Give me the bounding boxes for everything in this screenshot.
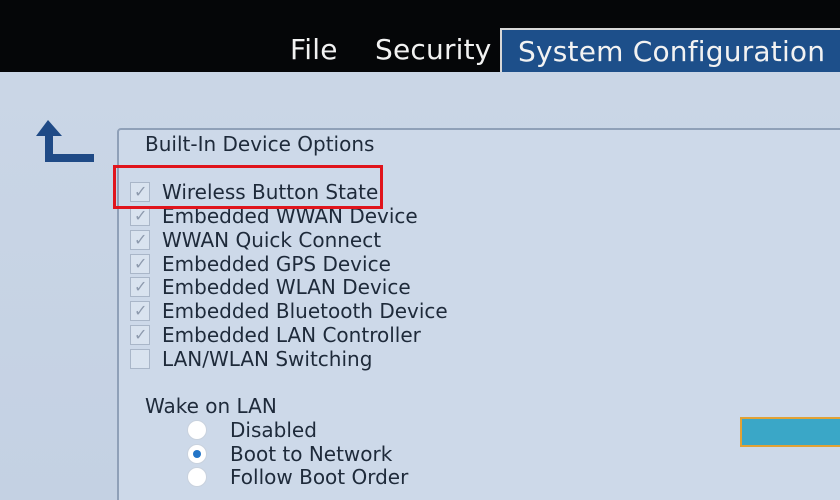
option-embedded-gps-device[interactable]: ✓ Embedded GPS Device — [130, 252, 391, 276]
bios-screen: File Security System Configuration Built… — [0, 0, 840, 500]
radio-button[interactable] — [187, 444, 207, 464]
option-label: Embedded Bluetooth Device — [162, 299, 448, 323]
checkmark-icon: ✓ — [134, 206, 148, 225]
checkmark-icon: ✓ — [134, 325, 148, 344]
option-embedded-bluetooth-device[interactable]: ✓ Embedded Bluetooth Device — [130, 299, 448, 323]
option-label: Embedded WLAN Device — [162, 275, 411, 299]
option-embedded-wlan-device[interactable]: ✓ Embedded WLAN Device — [130, 275, 411, 299]
checkmark-icon: ✓ — [134, 230, 148, 249]
radio-follow-boot-order[interactable]: Follow Boot Order — [187, 465, 409, 489]
tab-system-configuration[interactable]: System Configuration — [500, 28, 840, 72]
option-label: Embedded LAN Controller — [162, 323, 421, 347]
checkmark-icon: ✓ — [134, 182, 148, 201]
option-wwan-quick-connect[interactable]: ✓ WWAN Quick Connect — [130, 228, 382, 252]
menu-bar: File Security System Configuration — [0, 0, 840, 72]
radio-boot-to-network[interactable]: Boot to Network — [187, 442, 393, 466]
checkbox[interactable]: ✓ — [130, 206, 150, 226]
checkbox[interactable]: ✓ — [130, 325, 150, 345]
checkbox[interactable] — [130, 349, 150, 369]
wake-on-lan-title: Wake on LAN — [145, 394, 277, 418]
option-label: Wireless Button State — [162, 180, 379, 204]
option-embedded-lan-controller[interactable]: ✓ Embedded LAN Controller — [130, 323, 421, 347]
panel-title: Built-In Device Options — [145, 132, 375, 156]
tab-security[interactable]: Security — [375, 28, 492, 72]
checkbox[interactable]: ✓ — [130, 182, 150, 202]
option-label: Embedded WWAN Device — [162, 204, 418, 228]
radio-label: Disabled — [230, 418, 317, 442]
checkmark-icon: ✓ — [134, 254, 148, 273]
side-action-button[interactable] — [740, 417, 840, 447]
checkmark-icon: ✓ — [134, 301, 148, 320]
option-label: Embedded GPS Device — [162, 252, 391, 276]
radio-label: Follow Boot Order — [230, 465, 409, 489]
checkbox[interactable]: ✓ — [130, 277, 150, 297]
checkmark-icon: ✓ — [134, 277, 148, 296]
option-lan-wlan-switching[interactable]: LAN/WLAN Switching — [130, 347, 373, 371]
radio-button[interactable] — [187, 467, 207, 487]
checkbox[interactable]: ✓ — [130, 230, 150, 250]
option-label: LAN/WLAN Switching — [162, 347, 373, 371]
tab-file[interactable]: File — [290, 28, 338, 72]
radio-button[interactable] — [187, 420, 207, 440]
back-arrow-icon[interactable] — [34, 116, 98, 166]
radio-selected-dot — [193, 450, 201, 458]
option-embedded-wwan-device[interactable]: ✓ Embedded WWAN Device — [130, 204, 418, 228]
option-label: WWAN Quick Connect — [162, 228, 382, 252]
radio-disabled[interactable]: Disabled — [187, 418, 317, 442]
option-wireless-button-state[interactable]: ✓ Wireless Button State — [130, 180, 379, 204]
checkbox[interactable]: ✓ — [130, 254, 150, 274]
radio-label: Boot to Network — [230, 442, 393, 466]
checkbox[interactable]: ✓ — [130, 301, 150, 321]
